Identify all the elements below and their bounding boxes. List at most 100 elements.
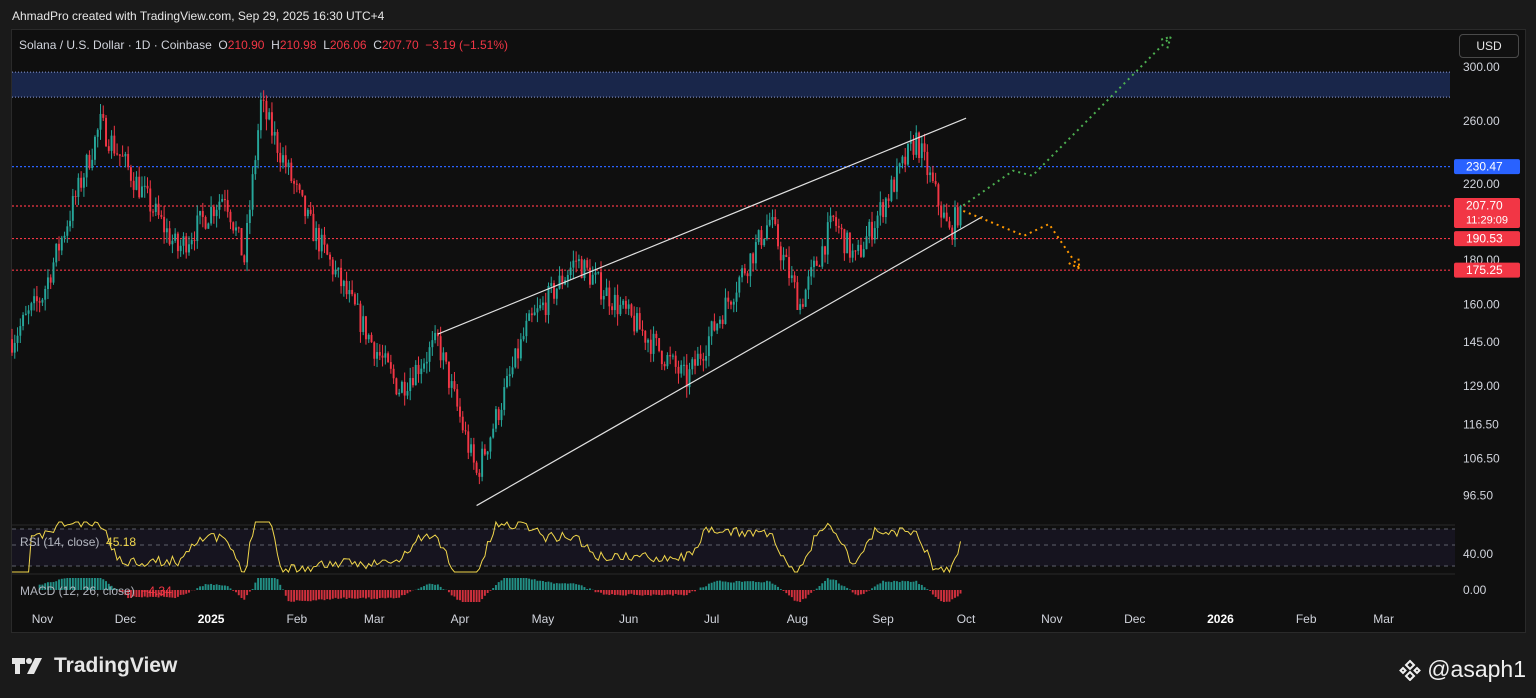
candle-body — [793, 275, 796, 283]
macd-histogram-bar — [647, 590, 650, 596]
candle-body — [176, 233, 179, 252]
candle-body — [489, 437, 492, 452]
candle-body — [243, 255, 246, 263]
candle-body — [331, 259, 334, 275]
macd-histogram-bar — [387, 590, 390, 598]
tradingview-logo[interactable]: TradingView — [12, 654, 177, 678]
price-tick-8: 106.50 — [1463, 451, 1500, 465]
macd-histogram-bar — [500, 580, 503, 590]
macd-histogram-bar — [450, 590, 453, 596]
macd-histogram-bar — [942, 590, 945, 602]
macd-histogram-bar — [716, 580, 719, 590]
macd-histogram-bar — [403, 590, 406, 596]
macd-histogram-bar — [956, 590, 959, 597]
macd-histogram-bar — [768, 581, 771, 590]
candle-body — [683, 364, 685, 366]
macd-histogram-bar — [511, 578, 514, 590]
candle-body — [749, 253, 752, 277]
candle-body — [373, 342, 376, 359]
candle-body — [782, 254, 785, 261]
candle-body — [929, 172, 932, 176]
candle-body — [163, 216, 166, 233]
candle-body — [865, 236, 868, 250]
price-chart[interactable]: 40.00 0.00 300.00260.00220.00180.00160.0… — [0, 0, 1536, 698]
macd-histogram-bar — [812, 590, 815, 591]
macd-histogram-bar — [741, 581, 744, 590]
candle-body — [16, 335, 19, 343]
candle-body — [536, 308, 539, 313]
candle-body — [763, 238, 766, 246]
candle-body — [530, 313, 533, 316]
candle-body — [99, 113, 102, 130]
candle-body — [492, 428, 495, 438]
candle-body — [622, 300, 625, 305]
candle-body — [768, 219, 771, 226]
macd-axis-value: 0.00 — [1463, 583, 1487, 597]
macd-histogram-bar — [627, 590, 630, 595]
macd-histogram-bar — [926, 589, 929, 590]
tradingview-icon — [12, 658, 42, 674]
macd-histogram-bar — [680, 590, 683, 595]
macd-histogram-bar — [251, 588, 254, 590]
candle-body — [553, 283, 555, 299]
macd-histogram-bar — [492, 588, 495, 590]
macd-histogram-bar — [923, 587, 926, 590]
candle-body — [846, 232, 849, 254]
macd-histogram-bar — [721, 581, 724, 590]
macd-histogram-bar — [550, 582, 553, 590]
candle-body — [647, 339, 650, 343]
price-badge-value-3: 175.25 — [1466, 263, 1503, 277]
candle-body — [284, 155, 287, 168]
candle-body — [472, 444, 475, 463]
candle-body — [309, 209, 312, 214]
diamond-logo-icon — [1399, 659, 1422, 681]
candle-body — [124, 153, 127, 157]
candle-body — [304, 195, 307, 217]
candle-body — [840, 227, 843, 230]
macd-histogram-bar — [533, 579, 536, 590]
candle-body — [627, 304, 630, 309]
macd-histogram-bar — [564, 583, 567, 590]
macd-histogram-bar — [815, 588, 818, 590]
macd-histogram-bar — [669, 590, 672, 595]
candle-body — [30, 303, 33, 311]
macd-histogram-bar — [475, 590, 478, 602]
macd-histogram-bar — [519, 578, 522, 590]
candle-body — [91, 159, 94, 168]
macd-histogram-bar — [555, 583, 558, 590]
candle-body — [232, 222, 235, 231]
macd-histogram-bar — [779, 589, 782, 590]
macd-histogram-bar — [536, 580, 539, 590]
candle-body — [494, 409, 497, 429]
candle-body — [812, 260, 815, 268]
candle-body — [367, 334, 370, 340]
candle-body — [80, 177, 83, 188]
candle-body — [35, 296, 38, 302]
candle-body — [107, 146, 110, 151]
macd-histogram-bar — [254, 582, 257, 590]
macd-histogram-bar — [940, 590, 943, 602]
macd-histogram-bar — [915, 580, 918, 590]
candle-body — [915, 132, 918, 155]
time-tick-5: Apr — [451, 612, 470, 626]
candle-body — [818, 265, 821, 267]
candle-body — [19, 326, 22, 336]
candle-body — [577, 259, 580, 262]
currency-button[interactable]: USD — [1459, 34, 1519, 58]
price-tick-2: 220.00 — [1463, 177, 1500, 191]
macd-histogram-bar — [746, 581, 749, 590]
candle-body — [116, 153, 119, 155]
macd-histogram-bar — [644, 590, 647, 595]
macd-histogram-bar — [373, 590, 376, 599]
candle-body — [348, 289, 351, 295]
candle-body — [716, 323, 719, 331]
macd-histogram-bar — [624, 590, 627, 596]
macd-histogram-bar — [638, 590, 641, 596]
macd-histogram-bar — [356, 590, 359, 599]
macd-histogram-bar — [636, 590, 638, 595]
candle-body — [948, 221, 951, 228]
candle-body — [389, 362, 392, 369]
price-tick-5: 145.00 — [1463, 335, 1500, 349]
candle-body — [854, 250, 857, 252]
candle-body — [69, 220, 72, 227]
